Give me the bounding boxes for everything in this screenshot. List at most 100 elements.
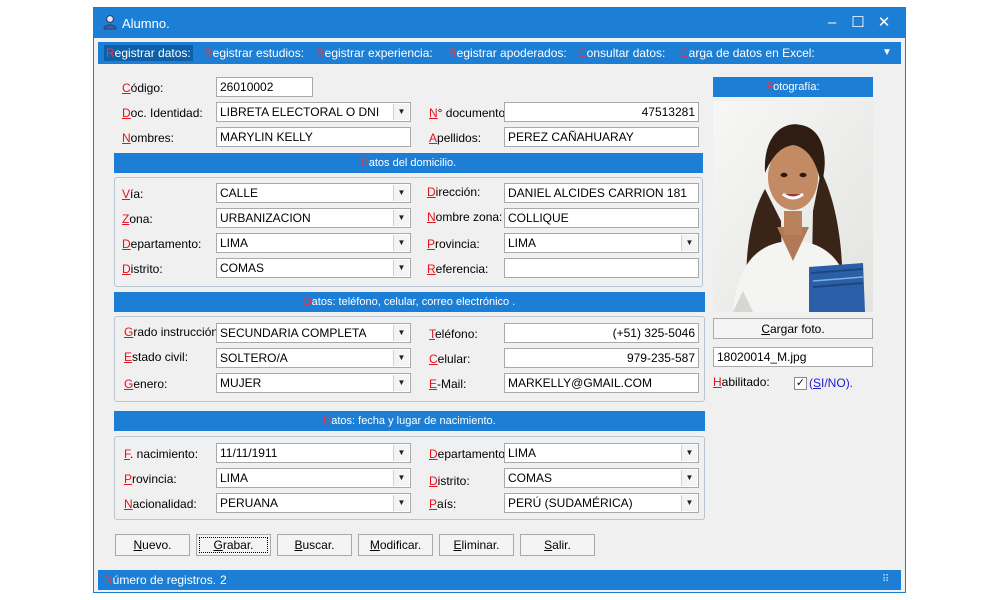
habilitado-checkbox[interactable]: ✓	[794, 377, 807, 390]
record-count-value: 2	[220, 573, 227, 587]
menu-registrar-datos[interactable]: Registrar datos:	[104, 45, 193, 61]
menu-consultar-datos[interactable]: Consultar datos:	[576, 45, 667, 61]
menu-registrar-apoderados[interactable]: Registrar apoderados:	[446, 45, 569, 61]
referencia-field[interactable]	[504, 258, 699, 278]
chevron-down-icon[interactable]: ▼	[393, 260, 409, 276]
n-documento-field[interactable]: 47513281	[504, 102, 699, 122]
photo-filename-field[interactable]: 18020014_M.jpg	[713, 347, 873, 367]
chevron-down-icon[interactable]: ▼	[393, 470, 409, 486]
zona-value: URBANIZACION	[220, 211, 311, 225]
close-icon[interactable]: ✕	[874, 14, 894, 32]
title-bar[interactable]: Alumno. – ☐ ✕	[94, 8, 905, 38]
provincia-label: Provincia:	[427, 237, 480, 251]
chevron-down-icon[interactable]: ▼	[681, 235, 697, 251]
nacionalidad-select[interactable]: PERUANA ▼	[216, 493, 411, 513]
modificar-button[interactable]: Modificar.	[358, 534, 433, 556]
departamento-select[interactable]: LIMA ▼	[216, 233, 411, 253]
nac-distrito-select[interactable]: COMAS ▼	[504, 468, 699, 488]
grabar-button[interactable]: Grabar.	[196, 534, 271, 556]
menu-overflow-icon[interactable]: ▼	[880, 45, 894, 61]
n-documento-label: N° documento:	[429, 106, 509, 120]
direccion-label: Dirección:	[427, 185, 481, 199]
chevron-down-icon[interactable]: ▼	[681, 470, 697, 486]
chevron-down-icon[interactable]: ▼	[393, 210, 409, 226]
salir-button[interactable]: Salir.	[520, 534, 595, 556]
nac-distrito-label: Distrito:	[429, 474, 470, 488]
apellidos-field[interactable]: PEREZ CAÑAHUARAY	[504, 127, 699, 147]
codigo-field[interactable]: 26010002	[216, 77, 313, 97]
codigo-label: Código:	[122, 81, 164, 95]
app-icon	[103, 15, 117, 30]
telefono-label: Teléfono:	[429, 327, 478, 341]
grado-instruccion-value: SECUNDARIA COMPLETA	[220, 326, 367, 340]
doc-identidad-label: Doc. Identidad:	[122, 106, 203, 120]
grado-instruccion-label: Grado instrucción:	[124, 325, 222, 339]
distrito-value: COMAS	[220, 261, 265, 275]
genero-value: MUJER	[220, 376, 262, 390]
departamento-label: Departamento:	[122, 237, 202, 251]
menu-registrar-estudios[interactable]: Registrar estudios:	[202, 45, 306, 61]
chevron-down-icon[interactable]: ▼	[681, 495, 697, 511]
contacto-section-header: Datos: teléfono, celular, correo electró…	[114, 292, 705, 312]
estado-civil-value: SOLTERO/A	[220, 351, 288, 365]
nac-departamento-label: Departamento:	[429, 447, 509, 461]
eliminar-button[interactable]: Eliminar.	[439, 534, 514, 556]
nuevo-button[interactable]: Nuevo.	[115, 534, 190, 556]
menu-registrar-experiencia[interactable]: Registrar experiencia:	[314, 45, 435, 61]
chevron-down-icon[interactable]: ▼	[393, 235, 409, 251]
nac-departamento-select[interactable]: LIMA ▼	[504, 443, 699, 463]
nac-distrito-value: COMAS	[508, 471, 553, 485]
distrito-select[interactable]: COMAS ▼	[216, 258, 411, 278]
fecha-nacimiento-value: 11/11/1911	[220, 446, 278, 460]
chevron-down-icon[interactable]: ▼	[393, 375, 409, 391]
celular-label: Celular:	[429, 352, 471, 366]
buscar-button[interactable]: Buscar.	[277, 534, 352, 556]
pais-select[interactable]: PERÚ (SUDAMÉRICA) ▼	[504, 493, 699, 513]
fecha-nacimiento-picker[interactable]: 11/11/1911 ▼	[216, 443, 411, 463]
menu-carga-excel[interactable]: Carga de datos en Excel:	[678, 45, 817, 61]
celular-field[interactable]: 979-235-587	[504, 348, 699, 368]
via-select[interactable]: CALLE ▼	[216, 183, 411, 203]
nac-provincia-label: Provincia:	[124, 472, 177, 486]
estado-civil-select[interactable]: SOLTERO/A ▼	[216, 348, 411, 368]
cargar-foto-button[interactable]: Cargar foto.	[713, 318, 873, 339]
nacionalidad-label: Nacionalidad:	[124, 497, 197, 511]
chevron-down-icon[interactable]: ▼	[393, 495, 409, 511]
status-bar: Número de registros. 2 ⠿	[98, 570, 901, 590]
nacionalidad-value: PERUANA	[220, 496, 279, 510]
referencia-label: Referencia:	[427, 262, 489, 276]
doc-identidad-select[interactable]: LIBRETA ELECTORAL O DNI ▼	[216, 102, 411, 122]
distrito-label: Distrito:	[122, 262, 163, 276]
chevron-down-icon[interactable]: ▼	[681, 445, 697, 461]
domicilio-section-header: Datos del domicilio.	[114, 153, 703, 173]
resize-grip-icon[interactable]: ⠿	[882, 570, 889, 590]
grado-instruccion-select[interactable]: SECUNDARIA COMPLETA ▼	[216, 323, 411, 343]
telefono-field[interactable]: (+51) 325-5046	[504, 323, 699, 343]
student-photo	[713, 101, 873, 312]
window-title: Alumno.	[122, 16, 170, 31]
provincia-select[interactable]: LIMA ▼	[504, 233, 699, 253]
nac-provincia-select[interactable]: LIMA ▼	[216, 468, 411, 488]
provincia-value: LIMA	[508, 236, 537, 250]
nac-provincia-value: LIMA	[220, 471, 249, 485]
chevron-down-icon[interactable]: ▼	[393, 104, 409, 120]
zona-label: Zona:	[122, 212, 153, 226]
nombres-label: Nombres:	[122, 131, 175, 145]
nombre-zona-field[interactable]: COLLIQUE	[504, 208, 699, 228]
via-label: Vía:	[122, 187, 144, 201]
email-field[interactable]: MARKELLY@GMAIL.COM	[504, 373, 699, 393]
genero-select[interactable]: MUJER ▼	[216, 373, 411, 393]
direccion-field[interactable]: DANIEL ALCIDES CARRION 181	[504, 183, 699, 203]
chevron-down-icon[interactable]: ▼	[393, 445, 409, 461]
habilitado-label: Habilitado:	[713, 375, 770, 389]
maximize-icon[interactable]: ☐	[848, 14, 868, 32]
nombres-field[interactable]: MARYLIN KELLY	[216, 127, 411, 147]
chevron-down-icon[interactable]: ▼	[393, 325, 409, 341]
fotografia-section-header: Fotografía:	[713, 77, 873, 97]
chevron-down-icon[interactable]: ▼	[393, 185, 409, 201]
chevron-down-icon[interactable]: ▼	[393, 350, 409, 366]
estado-civil-label: Estado civil:	[124, 350, 189, 364]
zona-select[interactable]: URBANIZACION ▼	[216, 208, 411, 228]
pais-value: PERÚ (SUDAMÉRICA)	[508, 496, 633, 510]
minimize-icon[interactable]: –	[822, 14, 842, 32]
